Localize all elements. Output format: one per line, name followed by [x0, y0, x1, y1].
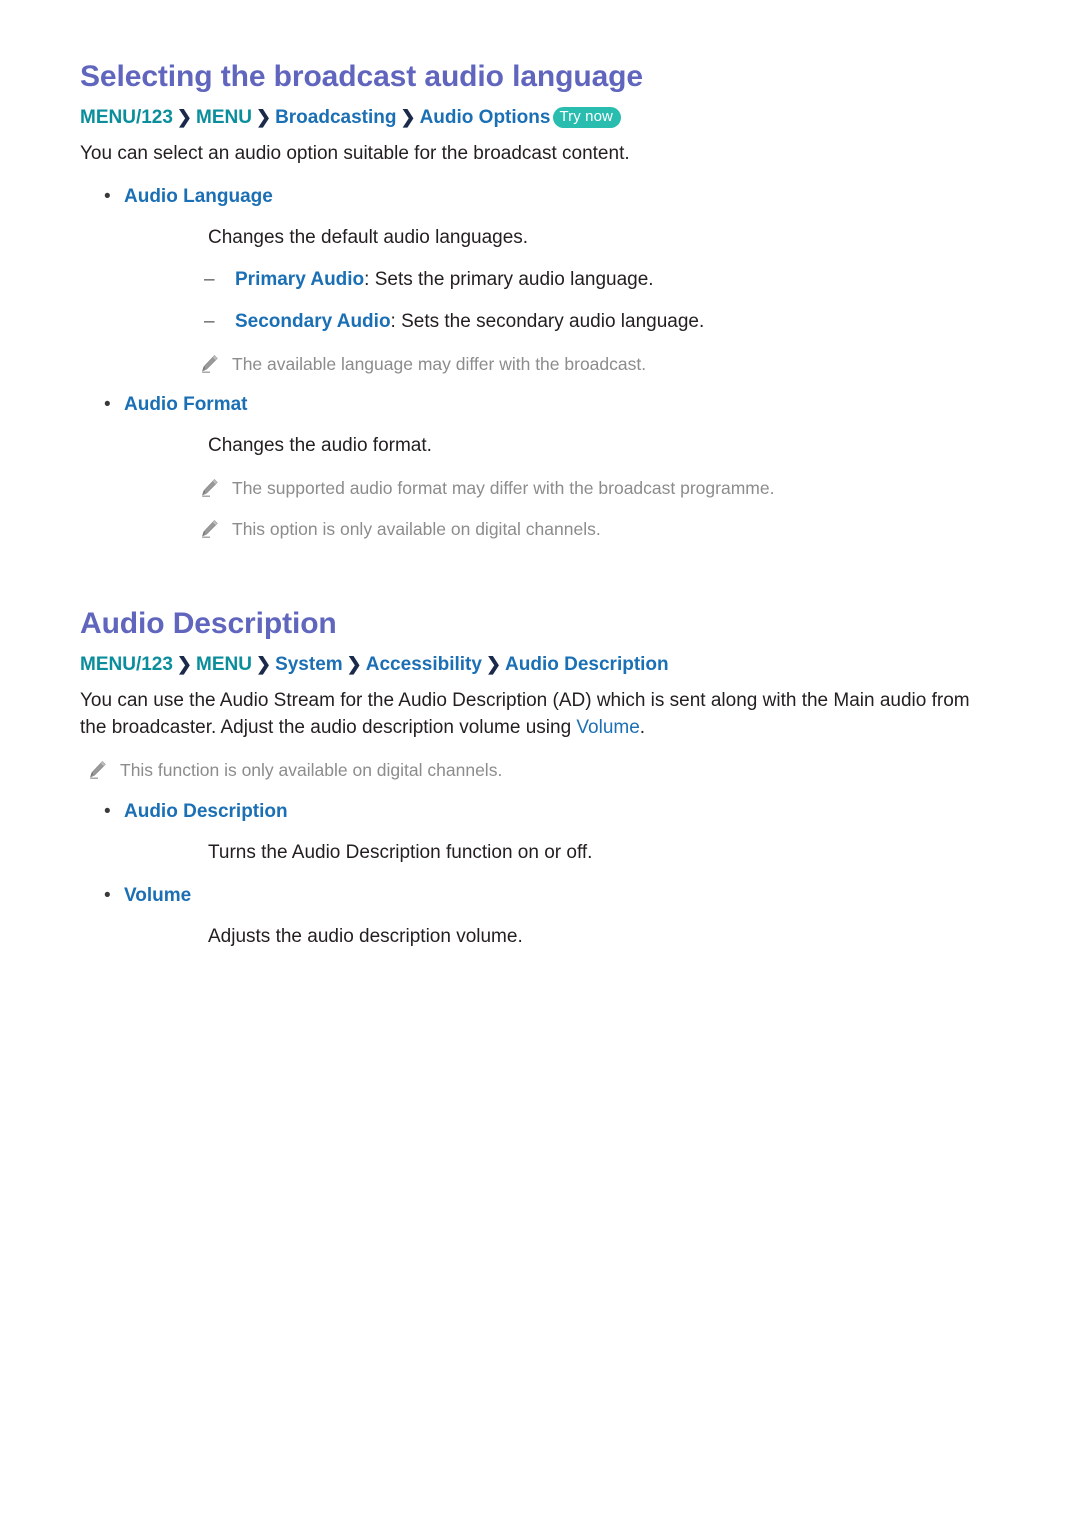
bullet-marker: •: [104, 800, 111, 822]
intro-text-after: .: [639, 717, 646, 739]
pencil-icon: [86, 759, 120, 781]
chevron-right-icon: ❯: [255, 106, 272, 127]
chevron-right-icon: ❯: [255, 653, 272, 674]
sub-item-key[interactable]: Secondary Audio: [235, 311, 391, 332]
dash-marker: –: [204, 310, 215, 332]
try-now-badge[interactable]: Try now: [553, 106, 621, 129]
bullet-marker: •: [104, 394, 111, 416]
chevron-right-icon: ❯: [176, 653, 193, 674]
note-item: The available language may differ with t…: [80, 351, 1000, 377]
section-title-audio-description: Audio Description: [80, 607, 337, 641]
breadcrumb-item-menu[interactable]: MENU: [196, 654, 252, 675]
section-divider-space: [80, 541, 1000, 607]
chevron-right-icon: ❯: [485, 653, 502, 674]
bullet-label-audio-language[interactable]: Audio Language: [124, 184, 273, 211]
section-intro: You can select an audio option suitable …: [80, 143, 630, 165]
pencil-icon: [198, 353, 232, 375]
breadcrumb-item-audio-options[interactable]: Audio Options: [420, 107, 551, 128]
document-page: Selecting the broadcast audio language M…: [0, 0, 1080, 1527]
note-item: This option is only available on digital…: [80, 516, 1000, 542]
bullet-label-audio-description[interactable]: Audio Description: [124, 799, 288, 826]
page-title: Selecting the broadcast audio language: [80, 60, 643, 93]
intro-text-before: You can use the Audio Stream for the Aud…: [80, 690, 970, 739]
sub-item-secondary-audio: Secondary Audio: Sets the secondary audi…: [235, 309, 704, 336]
breadcrumb-item-accessibility[interactable]: Accessibility: [366, 654, 482, 675]
breadcrumb-item-menu123[interactable]: MENU/123: [80, 654, 173, 675]
breadcrumb-item-menu[interactable]: MENU: [196, 107, 252, 128]
sub-item-text: : Sets the primary audio language.: [364, 268, 654, 290]
sub-list-item: – Secondary Audio: Sets the secondary au…: [80, 309, 1000, 336]
list-item: • Audio Language: [80, 184, 1000, 211]
sub-item-key[interactable]: Primary Audio: [235, 269, 364, 290]
note-text: The available language may differ with t…: [232, 353, 647, 374]
section-intro: You can use the Audio Stream for the Aud…: [80, 688, 1000, 742]
note-item: The supported audio format may differ wi…: [80, 475, 1000, 501]
breadcrumb: MENU/123 ❯ MENU ❯ Broadcasting ❯ Audio Options…: [80, 104, 1000, 132]
note-text: This option is only available on digital…: [232, 518, 601, 539]
inline-link-volume[interactable]: Volume: [576, 717, 639, 738]
sub-item-text: : Sets the secondary audio language.: [390, 310, 705, 332]
pencil-icon: [198, 477, 232, 499]
bullet-marker: •: [104, 884, 111, 906]
bullet-label-volume[interactable]: Volume: [124, 883, 191, 910]
note-text: The supported audio format may differ wi…: [232, 478, 775, 499]
sub-item-primary-audio: Primary Audio: Sets the primary audio la…: [235, 267, 654, 294]
chevron-right-icon: ❯: [400, 106, 416, 127]
note-text: This function is only available on digit…: [120, 760, 503, 781]
note-item: This function is only available on digit…: [80, 757, 1000, 783]
breadcrumb-item-audio-description[interactable]: Audio Description: [505, 654, 669, 675]
bullet-description: Turns the Audio Description function on …: [208, 841, 593, 863]
list-item: • Audio Description: [80, 799, 1000, 826]
breadcrumb-item-broadcasting[interactable]: Broadcasting: [275, 107, 396, 128]
breadcrumb-item-menu123[interactable]: MENU/123: [80, 107, 173, 128]
bullet-description: Adjusts the audio description volume.: [208, 925, 523, 947]
list-item: • Audio Format: [80, 392, 1000, 419]
chevron-right-icon: ❯: [346, 653, 362, 674]
dash-marker: –: [204, 268, 215, 290]
breadcrumb-item-system[interactable]: System: [275, 654, 343, 675]
bullet-marker: •: [104, 186, 111, 208]
pencil-icon: [198, 518, 232, 540]
list-item: • Volume: [80, 883, 1000, 910]
bullet-description: Changes the audio format.: [208, 435, 432, 457]
sub-list-item: – Primary Audio: Sets the primary audio …: [80, 267, 1000, 294]
chevron-right-icon: ❯: [176, 106, 193, 127]
bullet-label-audio-format[interactable]: Audio Format: [124, 392, 248, 419]
bullet-description: Changes the default audio languages.: [208, 226, 529, 248]
breadcrumb: MENU/123 ❯ MENU ❯ System ❯ Accessibility ❯ Audio…: [80, 651, 1000, 679]
